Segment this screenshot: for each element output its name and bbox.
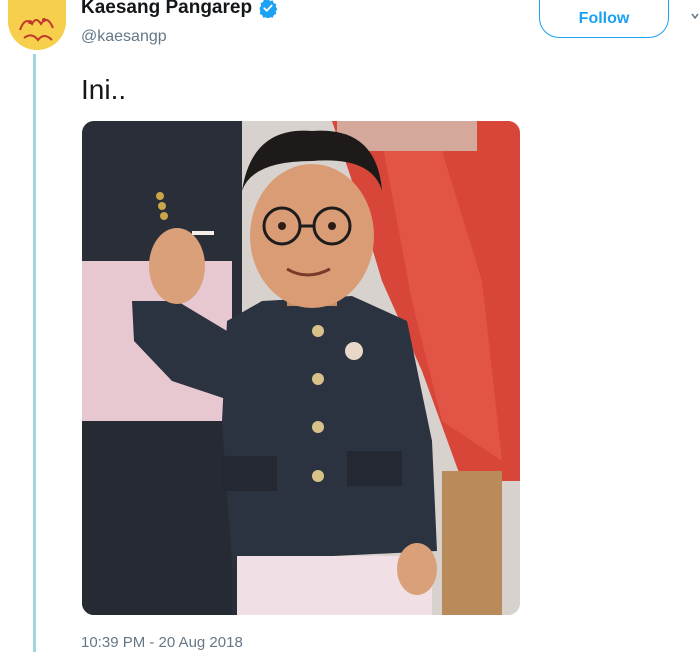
avatar[interactable] xyxy=(8,0,66,50)
tweet-timestamp[interactable]: 10:39 PM - 20 Aug 2018 xyxy=(81,634,243,651)
author-handle[interactable]: @kaesangp xyxy=(81,28,167,46)
tweet-media-photo[interactable] xyxy=(82,121,520,615)
chevron-down-icon[interactable] xyxy=(690,10,700,24)
thread-line xyxy=(33,54,36,652)
author-display-name[interactable]: Kaesang Pangarep xyxy=(81,0,252,19)
tweet-text: Ini.. xyxy=(81,74,127,105)
follow-button[interactable]: Follow xyxy=(539,0,669,38)
author-row: Kaesang Pangarep xyxy=(81,0,278,19)
avatar-illustration-icon xyxy=(8,0,66,50)
photo-man-in-dark-jacket xyxy=(82,121,520,615)
verified-badge-icon xyxy=(259,0,278,18)
